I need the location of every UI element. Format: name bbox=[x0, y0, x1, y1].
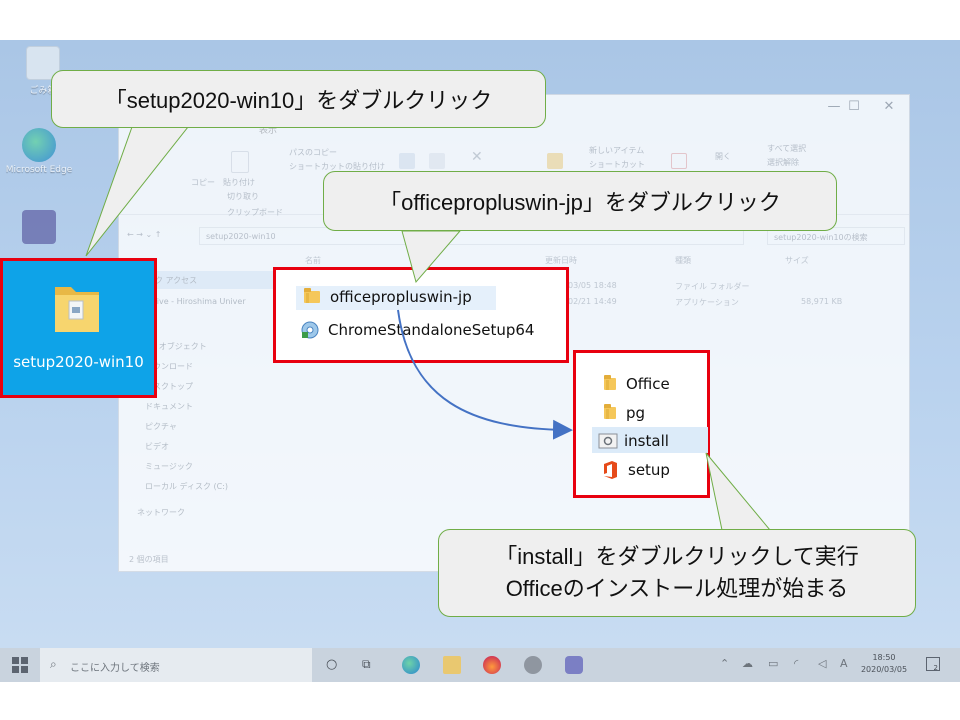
callout-text: 「officepropluswin-jp」をダブルクリック bbox=[379, 190, 781, 215]
taskbar-search-box[interactable]: ⌕ ここに入力して検索 bbox=[40, 648, 312, 682]
battery-icon[interactable]: ▭ bbox=[768, 657, 778, 670]
notification-center-icon[interactable]: 2 bbox=[926, 657, 940, 672]
volume-icon[interactable]: ◁ bbox=[818, 657, 826, 670]
clock-time: 18:50 bbox=[872, 653, 896, 662]
file-explorer-taskbar-icon[interactable] bbox=[443, 656, 461, 674]
callout-tail-3 bbox=[705, 452, 772, 531]
callout-install: 「install」をダブルクリックして実行 Officeのインストール処理が始ま… bbox=[438, 529, 916, 617]
clock-date: 2020/03/05 bbox=[860, 665, 908, 674]
windows-start-icon[interactable] bbox=[11, 656, 29, 674]
callout-setup-folder: 「setup2020-win10」をダブルクリック bbox=[51, 70, 546, 128]
clock[interactable]: 18:50 2020/03/05 bbox=[858, 652, 910, 676]
chevron-up-icon[interactable]: ⌃ bbox=[720, 657, 729, 670]
teams-taskbar-icon[interactable] bbox=[565, 656, 583, 674]
edge-taskbar-icon[interactable] bbox=[402, 656, 420, 674]
wifi-icon[interactable]: ◜ bbox=[794, 657, 798, 670]
taskbar-search-placeholder: ここに入力して検索 bbox=[70, 663, 160, 674]
slide: ごみ箱 Microsoft Edge — ☐ ✕ 表示 パスのコピー ショートカ… bbox=[0, 0, 960, 720]
callout-tail-1 bbox=[85, 126, 190, 257]
callout-text-line2: Officeのインストール処理が始まる bbox=[505, 576, 849, 601]
firefox-taskbar-icon[interactable] bbox=[483, 656, 501, 674]
callout-office-folder: 「officepropluswin-jp」をダブルクリック bbox=[323, 171, 837, 231]
ime-indicator[interactable]: A bbox=[840, 657, 848, 670]
cortana-icon[interactable]: ○ bbox=[326, 657, 344, 675]
onedrive-icon[interactable]: ☁ bbox=[742, 657, 753, 670]
lock-app-taskbar-icon[interactable] bbox=[524, 656, 542, 674]
taskbar: ⌕ ここに入力して検索 ○ ⧉ ⌃ ☁ ▭ ◜ ◁ A 18:50 2020/0… bbox=[0, 648, 960, 682]
callout-tail-2 bbox=[401, 230, 462, 284]
notification-count: 2 bbox=[933, 664, 938, 672]
callout-text-line1: 「install」をダブルクリックして実行 bbox=[495, 544, 859, 569]
flow-arrow bbox=[397, 309, 573, 440]
callout-text: 「setup2020-win10」をダブルクリック bbox=[104, 88, 493, 113]
task-view-icon[interactable]: ⧉ bbox=[362, 657, 380, 675]
search-icon: ⌕ bbox=[50, 657, 57, 671]
